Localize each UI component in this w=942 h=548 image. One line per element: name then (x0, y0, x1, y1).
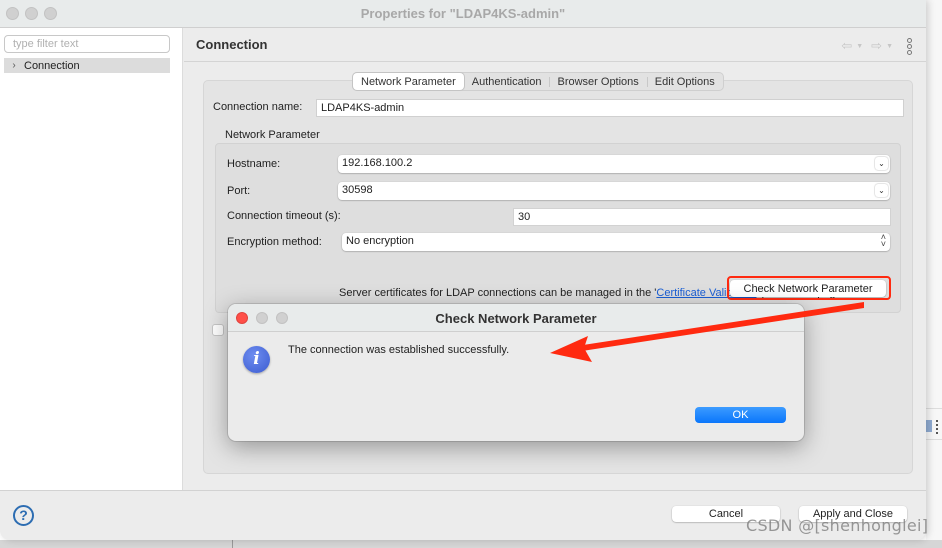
tab-edit-options[interactable]: Edit Options (646, 73, 723, 90)
background-window (926, 0, 942, 548)
dialog-title: Check Network Parameter (435, 311, 597, 326)
encryption-label: Encryption method: (227, 236, 322, 248)
sidebar: › Connection (0, 28, 183, 490)
window-titlebar: Properties for "LDAP4KS-admin" (0, 0, 926, 28)
encryption-select[interactable]: No encryption ˄ ˅ (342, 233, 890, 251)
tab-network-parameter[interactable]: Network Parameter (353, 73, 464, 90)
background-icon (926, 420, 932, 432)
port-label: Port: (227, 185, 251, 197)
dialog-message: The connection was established successfu… (288, 344, 510, 356)
info-icon: i (243, 346, 270, 373)
tab-authentication[interactable]: Authentication (464, 73, 550, 90)
sidebar-item-label: Connection (24, 59, 80, 72)
encryption-value: No encryption (346, 235, 414, 247)
port-value: 30598 (342, 184, 373, 196)
check-network-dialog: Check Network Parameter i The connection… (228, 304, 804, 441)
ok-button[interactable]: OK (695, 407, 786, 423)
hostname-value: 192.168.100.2 (342, 157, 413, 169)
properties-window: Properties for "LDAP4KS-admin" › Connect… (0, 0, 926, 540)
hostname-label: Hostname: (227, 158, 281, 170)
back-dropdown-icon[interactable]: ▼ (856, 43, 863, 50)
connection-name-input[interactable]: LDAP4KS-admin (316, 99, 904, 117)
dialog-titlebar: Check Network Parameter (228, 304, 804, 332)
tab-browser-options[interactable]: Browser Options (549, 73, 646, 90)
sidebar-item-connection[interactable]: › Connection (4, 58, 170, 73)
connection-name-label: Connection name: (213, 101, 303, 113)
chevron-right-icon[interactable]: › (4, 60, 24, 71)
annotation-highlight-box (727, 276, 891, 300)
help-icon[interactable]: ? (13, 505, 34, 526)
updown-chevron-icon[interactable]: ˄ ˅ (881, 233, 886, 249)
note-prefix: Server certificates for LDAP connections… (339, 287, 657, 299)
background-icon (936, 420, 939, 434)
content-header: Connection ⇦ ▼ ⇨ ▼ (184, 28, 926, 62)
window-title: Properties for "LDAP4KS-admin" (360, 6, 566, 21)
page-title: Connection (196, 37, 268, 52)
timeout-input[interactable]: 30 (513, 208, 891, 226)
checkbox[interactable] (212, 324, 224, 336)
back-arrow-icon[interactable]: ⇦ (841, 38, 852, 54)
tab-bar: Network Parameter Authentication Browser… (352, 72, 724, 91)
port-combo[interactable]: 30598 ⌄ (338, 182, 890, 200)
hostname-combo[interactable]: 192.168.100.2 ⌄ (338, 155, 890, 173)
timeout-label: Connection timeout (s): (227, 210, 341, 222)
chevron-down-icon[interactable]: ⌄ (875, 157, 888, 170)
filter-input[interactable] (4, 35, 170, 53)
forward-arrow-icon[interactable]: ⇨ (871, 38, 882, 54)
network-group-title: Network Parameter (225, 129, 320, 141)
watermark: CSDN @[shenhonglei] (746, 516, 929, 535)
background-window-edge (0, 540, 942, 548)
nav-toolbar: ⇦ ▼ ⇨ ▼ (841, 37, 912, 55)
forward-dropdown-icon[interactable]: ▼ (886, 43, 893, 50)
more-menu-icon[interactable] (907, 37, 912, 55)
chevron-down-icon[interactable]: ⌄ (875, 184, 888, 197)
